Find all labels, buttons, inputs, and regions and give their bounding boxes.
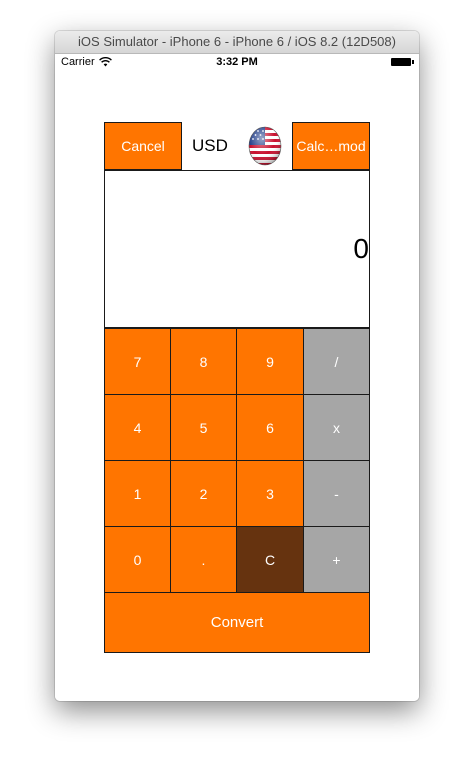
status-time: 3:32 PM [216,56,258,68]
key-digit-6-button[interactable]: 6 [236,394,304,461]
currency-header: Cancel USD Calc…mod [104,122,370,170]
simulator-window: iOS Simulator - iPhone 6 - iPhone 6 / iO… [55,31,419,701]
key-decimal-button[interactable]: . [170,526,237,593]
cancel-button[interactable]: Cancel [104,122,182,170]
currency-code: USD [192,136,228,155]
window-title: iOS Simulator - iPhone 6 - iPhone 6 / iO… [55,31,419,54]
status-bar: Carrier 3:32 PM [55,54,419,72]
key-digit-3-button[interactable]: 3 [236,460,304,527]
display-value: 0 [353,233,369,264]
us-flag-icon[interactable] [248,126,282,166]
display-panel: 0 [104,170,370,328]
key-divide-button[interactable]: / [303,328,370,395]
key-digit-9-button[interactable]: 9 [236,328,304,395]
convert-button[interactable]: Convert [104,592,370,653]
key-subtract-button[interactable]: - [303,460,370,527]
device-screen: Carrier 3:32 PM Cancel USD Calc…mod 0 7 … [55,54,419,701]
key-digit-2-button[interactable]: 2 [170,460,237,527]
key-multiply-button[interactable]: x [303,394,370,461]
key-digit-1-button[interactable]: 1 [104,460,171,527]
calc-mode-button[interactable]: Calc…mod [292,122,370,170]
battery-icon [391,58,414,66]
key-clear-button[interactable]: C [236,526,304,593]
calculator: Cancel USD Calc…mod 0 7 8 9 / 4 5 6 x 1 … [104,122,370,653]
key-digit-4-button[interactable]: 4 [104,394,171,461]
key-digit-5-button[interactable]: 5 [170,394,237,461]
key-digit-7-button[interactable]: 7 [104,328,171,395]
key-digit-0-button[interactable]: 0 [104,526,171,593]
key-digit-8-button[interactable]: 8 [170,328,237,395]
key-add-button[interactable]: + [303,526,370,593]
